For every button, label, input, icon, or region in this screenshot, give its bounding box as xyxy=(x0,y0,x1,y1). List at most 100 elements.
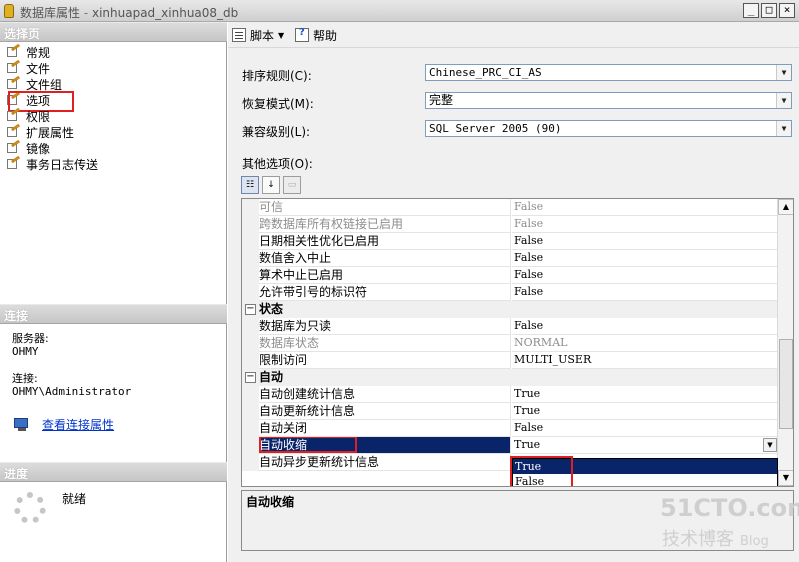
view-connection-link-text[interactable]: 查看连接属性 xyxy=(42,416,114,433)
server-label: 服务器: xyxy=(12,332,49,345)
grid-property-row[interactable]: 数据库状态 NORMAL xyxy=(242,335,778,352)
page-icon xyxy=(6,91,21,106)
nav-item-filegroups[interactable]: 文件组 xyxy=(6,75,98,92)
scroll-up-icon[interactable]: ▲ xyxy=(778,199,793,215)
grid-property-row[interactable]: 自动创建统计信息 True xyxy=(242,386,778,403)
property-grid: 自动异步更新统计信息 自动收缩 True ▼ 自动关闭 False 自动更新统计信息 True… xyxy=(241,198,794,487)
compat-level-select[interactable]: SQL Server 2005 (90) ▼ xyxy=(425,120,792,137)
chevron-down-icon[interactable]: ▼ xyxy=(763,438,777,452)
property-value[interactable]: True xyxy=(512,403,778,420)
chevron-down-icon[interactable]: ▼ xyxy=(776,121,791,136)
script-icon xyxy=(232,28,246,42)
property-value[interactable]: False xyxy=(512,284,778,301)
grid-property-row[interactable]: 算术中止已启用 False xyxy=(242,267,778,284)
property-name: 算术中止已启用 xyxy=(259,267,511,284)
description-title: 自动收缩 xyxy=(246,495,295,509)
nav-item-extended-properties[interactable]: 扩展属性 xyxy=(6,123,98,140)
other-options-label: 其他选项(O): xyxy=(242,157,313,171)
collation-select[interactable]: Chinese_PRC_CI_AS ▼ xyxy=(425,64,792,81)
server-value: OHMY xyxy=(12,345,39,358)
property-value[interactable]: NORMAL xyxy=(512,335,778,352)
property-value[interactable]: False xyxy=(512,216,778,233)
property-value-text: NORMAL xyxy=(514,336,568,349)
nav-item-label: 权限 xyxy=(26,109,51,124)
property-value[interactable]: True xyxy=(512,386,778,403)
collapse-icon[interactable]: − xyxy=(245,372,256,383)
property-value[interactable]: True ▼ xyxy=(512,437,778,454)
property-name: 数值舍入中止 xyxy=(259,250,511,267)
progress-status: 就绪 xyxy=(62,492,87,506)
nav-item-label: 镜像 xyxy=(26,141,51,156)
property-value[interactable]: False xyxy=(512,420,778,437)
property-name: 限制访问 xyxy=(259,352,511,369)
grid-category-row[interactable]: − 自动 xyxy=(242,369,778,386)
grid-property-row[interactable]: 数据库为只读 False xyxy=(242,318,778,335)
page-icon xyxy=(6,155,21,170)
dropdown-highlight-box xyxy=(510,456,573,486)
nav-item-mirroring[interactable]: 镜像 xyxy=(6,139,98,156)
value-dropdown-list: True False xyxy=(510,456,778,486)
nav-item-label: 常规 xyxy=(26,45,51,60)
property-value[interactable]: MULTI_USER xyxy=(512,352,778,369)
chevron-down-icon[interactable]: ▼ xyxy=(776,93,791,108)
scroll-down-icon[interactable]: ▼ xyxy=(778,470,793,486)
grid-property-row[interactable]: 可信 False xyxy=(242,199,778,216)
window-controls: _ □ × xyxy=(743,3,795,18)
recovery-model-select[interactable]: 完整 ▼ xyxy=(425,92,792,109)
help-button[interactable]: 帮助 xyxy=(295,26,337,44)
nav-item-log-shipping[interactable]: 事务日志传送 xyxy=(6,155,98,172)
row-gutter xyxy=(242,335,259,352)
property-name: 数据库状态 xyxy=(259,335,511,352)
property-name: 自动更新统计信息 xyxy=(259,403,511,420)
selected-row-highlight-box xyxy=(259,436,357,453)
grid-scrollbar[interactable]: ▲ ▼ xyxy=(777,199,793,486)
nav-item-label: 选项 xyxy=(26,93,51,108)
grid-property-row[interactable]: 自动更新统计信息 True xyxy=(242,403,778,420)
grid-property-row[interactable]: 允许带引号的标识符 False xyxy=(242,284,778,301)
minimize-button[interactable]: _ xyxy=(743,3,759,18)
scrollbar-thumb[interactable] xyxy=(779,339,793,429)
recovery-model-value: 完整 xyxy=(429,93,454,107)
property-value[interactable]: False xyxy=(512,267,778,284)
alphabetical-sort-icon[interactable]: ↓ xyxy=(262,176,280,194)
property-value[interactable]: False xyxy=(512,318,778,335)
property-name: 可信 xyxy=(259,199,511,216)
property-value[interactable]: False xyxy=(512,250,778,267)
page-icon xyxy=(6,107,21,122)
categorized-icon[interactable]: ☷ xyxy=(241,176,259,194)
nav-item-general[interactable]: 常规 xyxy=(6,43,98,60)
nav-item-options[interactable]: 选项 xyxy=(6,91,98,112)
property-name: 跨数据库所有权链接已启用 xyxy=(259,216,511,233)
watermark-line: 技术博客 Blog xyxy=(662,525,769,551)
left-pane: 选择页 常规 文件 文件组 选项 权限 扩展属性 镜像 事务日志传送 连接 服务器: OHMY… xyxy=(0,22,227,562)
grid-property-row[interactable]: 数值舍入中止 False xyxy=(242,250,778,267)
close-button[interactable]: × xyxy=(779,3,795,18)
grid-property-row[interactable]: 限制访问 MULTI_USER xyxy=(242,352,778,369)
property-value-text: False xyxy=(514,285,544,298)
property-value-text: MULTI_USER xyxy=(514,353,592,366)
script-button[interactable]: 脚本 ▼ xyxy=(232,26,284,44)
row-gutter xyxy=(242,454,259,471)
property-value[interactable]: False xyxy=(512,233,778,250)
right-pane: 脚本 ▼ 帮助 排序规则(C): Chinese_PRC_CI_AS ▼ 恢复模… xyxy=(228,22,799,562)
nav-item-permissions[interactable]: 权限 xyxy=(6,107,98,124)
category-name: 状态 xyxy=(259,302,284,316)
grid-property-row[interactable]: 日期相关性优化已启用 False xyxy=(242,233,778,250)
property-value[interactable]: False xyxy=(512,199,778,216)
grid-category-row[interactable]: − 状态 xyxy=(242,301,778,318)
title-separator: - xyxy=(80,6,92,20)
grid-property-row[interactable]: 自动收缩 True ▼ xyxy=(242,436,778,454)
property-value-text: False xyxy=(514,319,544,332)
grid-property-row[interactable]: 自动关闭 False xyxy=(242,420,778,437)
chevron-down-icon: ▼ xyxy=(278,30,285,40)
row-gutter xyxy=(242,420,259,437)
compat-level-value: SQL Server 2005 (90) xyxy=(429,122,562,135)
row-gutter xyxy=(242,199,259,216)
view-connection-properties-link[interactable]: 查看连接属性 xyxy=(14,416,114,433)
grid-property-row[interactable]: 跨数据库所有权链接已启用 False xyxy=(242,216,778,233)
help-icon xyxy=(295,27,309,42)
maximize-button[interactable]: □ xyxy=(761,3,777,18)
chevron-down-icon[interactable]: ▼ xyxy=(776,65,791,80)
nav-item-files[interactable]: 文件 xyxy=(6,59,98,76)
collapse-icon[interactable]: − xyxy=(245,304,256,315)
